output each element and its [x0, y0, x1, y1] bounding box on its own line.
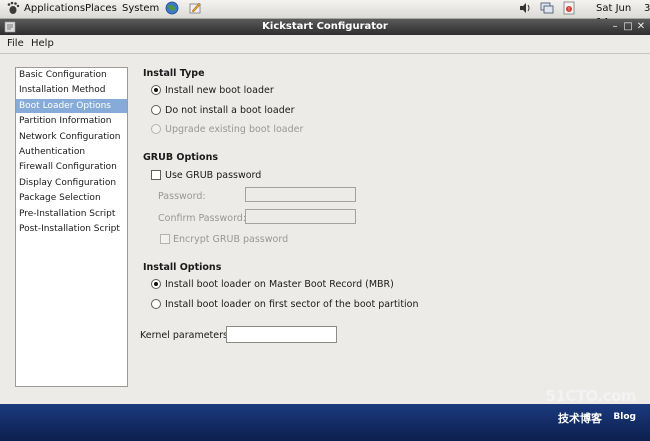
sidebar-item-installation-method[interactable]: Installation Method: [16, 83, 127, 97]
radio-install-new-loader[interactable]: [151, 85, 161, 95]
label-install-new-loader[interactable]: Install new boot loader: [165, 85, 274, 97]
install-type-heading: Install Type: [143, 68, 205, 79]
sidebar-item-package-selection[interactable]: Package Selection: [16, 191, 127, 205]
top-panel: Applications Places System ! Sat Jun 14,…: [0, 0, 650, 28]
update-notifier-icon[interactable]: !: [562, 1, 576, 15]
grub-options-heading: GRUB Options: [143, 152, 218, 163]
svg-text:!: !: [568, 7, 570, 13]
confirm-password-input: [246, 210, 355, 223]
menu-divider: [0, 53, 650, 54]
maximize-button[interactable]: □: [621, 20, 635, 34]
label-first-sector[interactable]: Install boot loader on first sector of t…: [165, 299, 419, 311]
foot-icon[interactable]: [6, 1, 20, 15]
label-password: Password:: [158, 191, 206, 202]
watermark-brand: 51CTO.com: [545, 387, 636, 405]
sidebar-item-network-configuration[interactable]: Network Configuration: [16, 130, 127, 144]
install-options-heading: Install Options: [143, 262, 222, 273]
note-edit-icon[interactable]: [188, 1, 202, 15]
volume-icon[interactable]: [518, 1, 532, 15]
applications-menu[interactable]: Applications: [24, 2, 85, 16]
window-title: Kickstart Configurator: [262, 21, 388, 32]
minimize-button[interactable]: –: [608, 20, 622, 34]
label-no-boot-loader[interactable]: Do not install a boot loader: [165, 105, 294, 117]
close-button[interactable]: ✕: [634, 20, 648, 34]
label-confirm-password: Confirm Password:: [158, 213, 247, 224]
radio-no-boot-loader[interactable]: [151, 105, 161, 115]
section-list: Basic Configuration Installation Method …: [15, 67, 128, 387]
label-mbr[interactable]: Install boot loader on Master Boot Recor…: [165, 279, 394, 291]
sidebar-item-post-installation-script[interactable]: Post-Installation Script: [16, 222, 127, 236]
watermark-sub: 技术博客: [558, 412, 602, 425]
places-menu[interactable]: Places: [85, 2, 117, 16]
kickstart-window: Kickstart Configurator – □ ✕ File Help B…: [0, 19, 650, 404]
sidebar-item-partition-information[interactable]: Partition Information: [16, 114, 127, 128]
checkbox-use-grub-password[interactable]: [151, 170, 161, 180]
radio-mbr[interactable]: [151, 279, 161, 289]
clock-overflow: 3: [644, 3, 650, 14]
network-icon[interactable]: [540, 1, 554, 15]
kernel-parameters-input[interactable]: [227, 327, 336, 342]
menu-help[interactable]: Help: [31, 38, 54, 50]
confirm-password-field: [245, 209, 356, 224]
globe-icon[interactable]: [165, 1, 179, 15]
menu-file[interactable]: File: [7, 38, 24, 50]
system-menu[interactable]: System: [122, 2, 159, 16]
menubar: File Help: [0, 35, 650, 53]
label-encrypt-grub: Encrypt GRUB password: [173, 234, 289, 245]
label-kernel-parameters: Kernel parameters:: [140, 330, 232, 341]
sidebar-item-authentication[interactable]: Authentication: [16, 145, 127, 159]
sidebar-item-firewall-configuration[interactable]: Firewall Configuration: [16, 160, 127, 174]
label-upgrade-loader: Upgrade existing boot loader: [165, 124, 304, 135]
desktop-background: [0, 404, 650, 441]
window-titlebar[interactable]: Kickstart Configurator – □ ✕: [0, 19, 650, 35]
password-input: [246, 188, 355, 201]
radio-first-sector[interactable]: [151, 299, 161, 309]
radio-upgrade-loader: [151, 124, 161, 134]
sidebar-item-boot-loader-options[interactable]: Boot Loader Options: [16, 98, 127, 113]
checkbox-encrypt-grub: [160, 234, 170, 244]
sidebar-item-pre-installation-script[interactable]: Pre-Installation Script: [16, 207, 127, 221]
sidebar-item-display-configuration[interactable]: Display Configuration: [16, 176, 127, 190]
password-field: [245, 187, 356, 202]
watermark-blog: Blog: [613, 412, 636, 422]
label-use-grub-password[interactable]: Use GRUB password: [165, 170, 261, 182]
sidebar-item-basic-configuration[interactable]: Basic Configuration: [16, 68, 127, 82]
kernel-parameters-field[interactable]: [226, 326, 337, 343]
